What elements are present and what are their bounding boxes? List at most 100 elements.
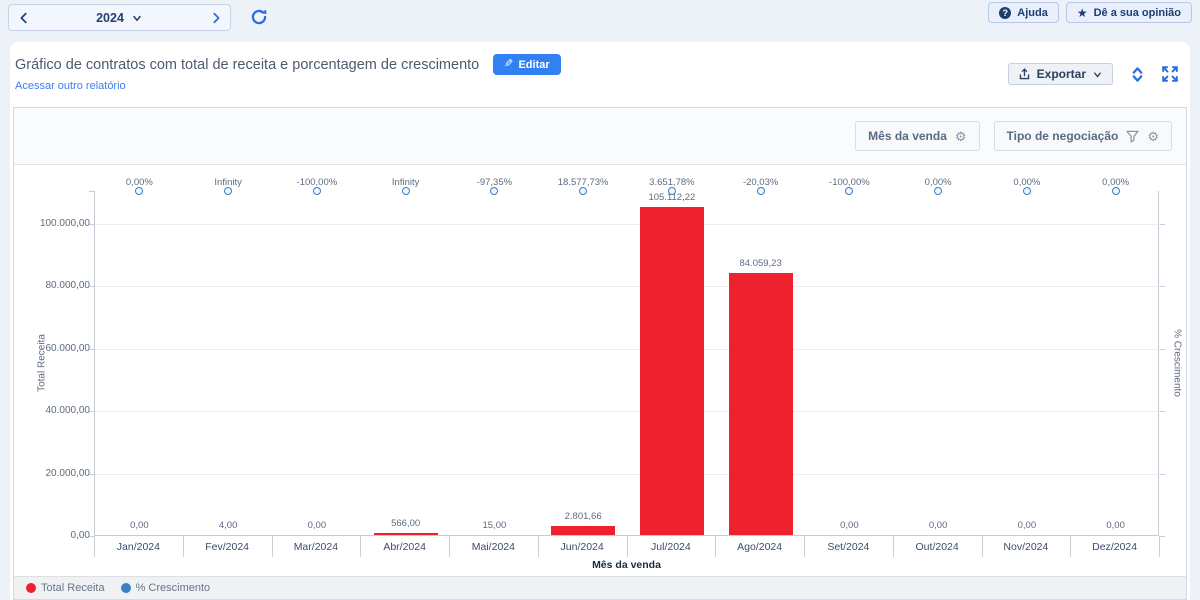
x-axis-tick-label: Mai/2024 bbox=[471, 541, 515, 553]
bar-total-receita[interactable] bbox=[551, 526, 616, 535]
bar-total-receita[interactable] bbox=[373, 533, 438, 535]
resize-height-button[interactable] bbox=[1130, 66, 1145, 83]
chart-area: Total Receita % Crescimento Mês da venda… bbox=[14, 165, 1186, 578]
y-axis-tick bbox=[89, 348, 94, 350]
x-axis-tick-label: Nov/2024 bbox=[1003, 541, 1049, 553]
x-axis-tick bbox=[626, 536, 628, 557]
legend-dot-icon bbox=[120, 583, 131, 593]
help-button[interactable]: ? Ajuda bbox=[988, 2, 1059, 23]
bar-value-label: 0,00 bbox=[130, 520, 149, 531]
filter-deal-type-button[interactable]: Tipo de negociação ⚙ bbox=[993, 121, 1172, 151]
bar-total-receita[interactable] bbox=[639, 207, 704, 535]
point-crescimento[interactable] bbox=[1111, 187, 1120, 195]
export-button[interactable]: Exportar bbox=[1007, 63, 1113, 85]
previous-year-button[interactable] bbox=[9, 5, 38, 30]
bar-total-receita[interactable] bbox=[728, 272, 793, 535]
chevron-down-icon bbox=[133, 15, 141, 21]
y-axis-tick bbox=[89, 224, 94, 225]
edit-label: Editar bbox=[518, 58, 550, 71]
fullscreen-button[interactable] bbox=[1162, 66, 1178, 82]
y-axis-tick bbox=[89, 191, 94, 192]
point-crescimento[interactable] bbox=[934, 187, 943, 195]
x-axis-tick bbox=[360, 536, 362, 557]
bar-value-label: 84.059,23 bbox=[739, 257, 782, 269]
point-crescimento[interactable] bbox=[312, 187, 321, 195]
bar-value-label: 0,00 bbox=[840, 520, 859, 531]
chevron-right-icon bbox=[212, 12, 219, 23]
other-report-link[interactable]: Acessar outro relatório bbox=[15, 80, 126, 92]
point-crescimento[interactable] bbox=[845, 187, 854, 195]
year-dropdown[interactable]: 2024 bbox=[38, 5, 201, 30]
growth-value-label: -97,35% bbox=[476, 177, 513, 188]
x-axis-tick-label: Fev/2024 bbox=[205, 541, 250, 553]
y-axis-tick-label: 0,00 bbox=[70, 530, 90, 541]
legend-label: Total Receita bbox=[41, 582, 105, 594]
x-axis-tick bbox=[182, 536, 184, 557]
legend-label: % Crescimento bbox=[135, 582, 211, 594]
legend-item[interactable]: % Crescimento bbox=[120, 582, 211, 594]
x-axis-tick bbox=[449, 536, 450, 557]
filter-month-label: Mês da venda bbox=[868, 129, 947, 143]
y-axis-tick-label: 60.000,00 bbox=[45, 342, 91, 354]
legend-item[interactable]: Total Receita bbox=[26, 582, 105, 594]
growth-value-label: -20,03% bbox=[742, 177, 779, 188]
help-label: Ajuda bbox=[1017, 6, 1048, 19]
chart-panel: Mês da venda ⚙ Tipo de negociação ⚙ Tota… bbox=[13, 107, 1187, 600]
chevron-left-icon bbox=[20, 12, 27, 23]
point-crescimento[interactable] bbox=[401, 187, 410, 195]
export-icon bbox=[1019, 67, 1029, 79]
filter-month-button[interactable]: Mês da venda ⚙ bbox=[855, 121, 980, 151]
refresh-button[interactable] bbox=[248, 7, 270, 29]
point-crescimento[interactable] bbox=[224, 187, 233, 195]
x-axis-tick bbox=[892, 536, 894, 557]
y-axis-tick bbox=[89, 411, 94, 413]
growth-value-label: 0,00% bbox=[125, 177, 153, 188]
chart-legend: Total Receita % Crescimento bbox=[14, 576, 1186, 599]
x-axis-tick-label: Jun/2024 bbox=[560, 541, 604, 553]
x-axis-tick-label: Jul/2024 bbox=[651, 541, 691, 553]
edit-button[interactable]: ✎ Editar bbox=[493, 54, 561, 75]
next-year-button[interactable] bbox=[201, 5, 230, 30]
point-crescimento[interactable] bbox=[1022, 187, 1031, 195]
bar-value-label: 15,00 bbox=[482, 520, 507, 531]
x-axis-tick bbox=[537, 536, 539, 557]
x-axis-tick-label: Mar/2024 bbox=[293, 541, 339, 553]
y-axis-tick bbox=[1160, 286, 1165, 288]
x-axis-tick bbox=[271, 536, 273, 557]
export-label: Exportar bbox=[1036, 67, 1086, 81]
feedback-button[interactable]: ★ Dê a sua opinião bbox=[1065, 2, 1192, 23]
expand-icon bbox=[1162, 66, 1178, 82]
gear-icon: ⚙ bbox=[1147, 128, 1159, 144]
growth-value-label: -100,00% bbox=[829, 177, 870, 188]
point-crescimento[interactable] bbox=[667, 187, 676, 195]
x-axis-tick-label: Jan/2024 bbox=[116, 541, 160, 553]
bar-value-label: 566,00 bbox=[391, 518, 421, 530]
x-axis-tick-label: Dez/2024 bbox=[1092, 541, 1138, 553]
gridline bbox=[95, 411, 1158, 413]
x-axis-tick-label: Ago/2024 bbox=[737, 541, 783, 553]
gridline bbox=[95, 348, 1158, 350]
chevron-down-icon bbox=[1094, 71, 1101, 77]
chart-filter-row: Mês da venda ⚙ Tipo de negociação ⚙ bbox=[14, 108, 1186, 165]
point-crescimento[interactable] bbox=[579, 187, 588, 195]
y-axis-tick bbox=[1160, 411, 1165, 413]
funnel-icon bbox=[1126, 130, 1140, 142]
bar-value-label: 0,00 bbox=[928, 520, 948, 531]
point-crescimento[interactable] bbox=[756, 187, 765, 195]
growth-value-label: 0,00% bbox=[1102, 177, 1130, 188]
growth-value-label: 3.651,78% bbox=[649, 177, 695, 188]
bar-value-label: 0,00 bbox=[1017, 520, 1037, 531]
x-axis-tick-label: Abr/2024 bbox=[383, 541, 426, 553]
refresh-icon bbox=[251, 8, 267, 24]
x-axis-title: Mês da venda bbox=[592, 559, 661, 571]
year-pager: 2024 bbox=[8, 4, 231, 31]
star-icon: ★ bbox=[1076, 5, 1088, 20]
point-crescimento[interactable] bbox=[490, 187, 499, 195]
topbar-actions: ? Ajuda ★ Dê a sua opinião bbox=[988, 2, 1192, 23]
point-crescimento[interactable] bbox=[135, 187, 144, 195]
plot-area: 0,00 0,00% 4,00 Infinity 0,00 -100,00% 566,00 I… bbox=[94, 177, 1159, 536]
x-axis-tick bbox=[1070, 536, 1072, 557]
y-axis-tick bbox=[1160, 348, 1165, 350]
growth-value-label: -100,00% bbox=[296, 177, 338, 188]
bar-value-label: 0,00 bbox=[1106, 520, 1125, 531]
